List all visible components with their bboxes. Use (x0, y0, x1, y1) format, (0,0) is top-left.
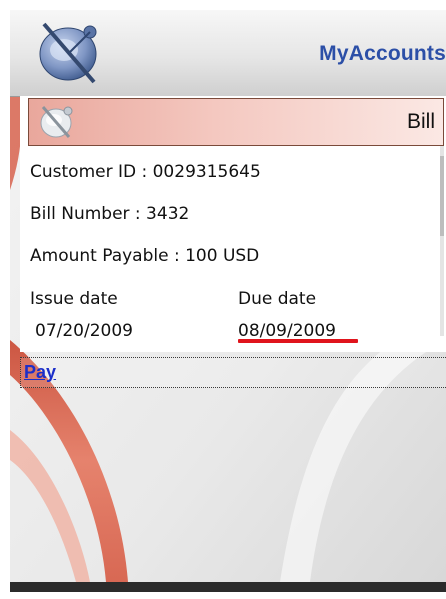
pay-row[interactable]: Pay (20, 357, 446, 388)
app-screen: MyAccounts Bill Customer ID : 0029315645… (10, 10, 446, 592)
customer-id-text: Customer ID : 0029315645 (30, 162, 261, 182)
issue-date-label: Issue date (30, 289, 118, 309)
bill-number-text: Bill Number : 3432 (30, 204, 190, 224)
issue-date-value: 07/20/2009 (35, 321, 133, 341)
amount-payable-text: Amount Payable : 100 USD (30, 246, 260, 266)
due-date-value: 08/09/2009 (238, 321, 336, 341)
device-frame: MyAccounts Bill Customer ID : 0029315645… (0, 0, 446, 599)
satellite-dish-logo-icon (39, 22, 97, 84)
app-header: MyAccounts (10, 10, 446, 97)
due-date-highlight-underline (238, 339, 358, 343)
bill-card: Bill Customer ID : 0029315645 Bill Numbe… (20, 96, 446, 352)
bill-card-header: Bill (28, 98, 444, 146)
bill-icon (40, 106, 73, 138)
app-title: MyAccounts (319, 42, 446, 65)
due-date-label: Due date (238, 289, 317, 309)
bill-title: Bill (406, 110, 435, 133)
card-scrollbar-thumb[interactable] (440, 156, 444, 236)
pay-link[interactable]: Pay (24, 362, 56, 383)
